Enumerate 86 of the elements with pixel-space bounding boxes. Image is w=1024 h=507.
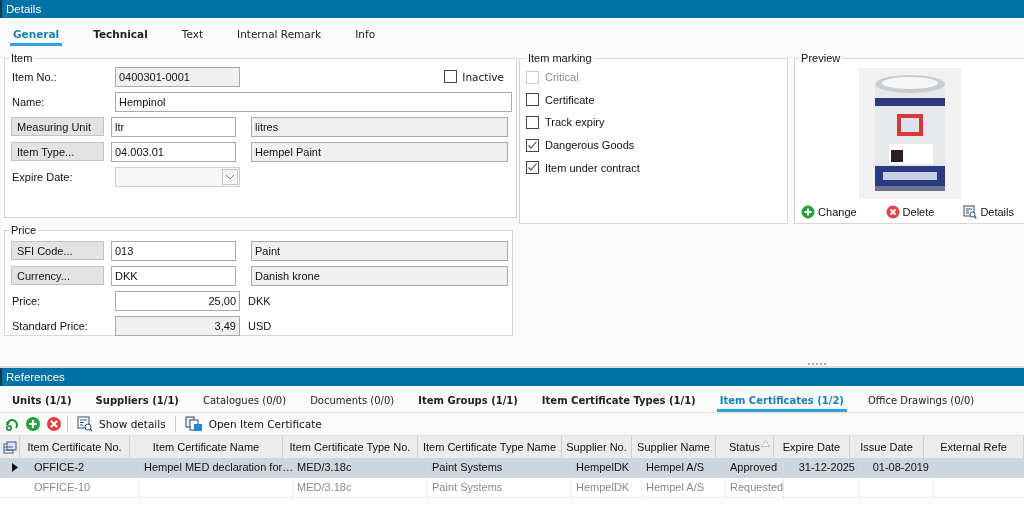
- table-row[interactable]: OFFICE-2 Hempel MED declaration for… MED/3.18c Paint Systems HempelDK Hempel A/S Approved 31-12-2025 01-08-2019: [0, 458, 1024, 478]
- group-title: Preview: [800, 52, 842, 64]
- checkbox[interactable]: [526, 116, 539, 129]
- table-cell: Paint Systems: [432, 461, 503, 473]
- panel-title-bar: References: [0, 368, 1024, 386]
- table-cell: MED/3.18c: [297, 481, 352, 493]
- group-title: Item: [10, 52, 34, 64]
- details-icon: [963, 205, 978, 219]
- field-label: Expire Date:: [11, 170, 74, 183]
- input-field[interactable]: DKK: [111, 265, 236, 286]
- lookup-button[interactable]: SFI Code...: [11, 241, 104, 260]
- tab[interactable]: Item Certificate Types (1/1): [538, 395, 699, 412]
- current-row-icon: [12, 463, 18, 472]
- description-field: Paint: [251, 240, 508, 261]
- table-cell: MED/3.18c: [297, 461, 352, 473]
- checkbox[interactable]: [526, 93, 539, 107]
- amount-field[interactable]: 3,49: [115, 315, 240, 336]
- checkbox[interactable]: [526, 138, 539, 152]
- checkbox-label: Certificate: [545, 93, 595, 106]
- table-cell: Requested: [730, 481, 783, 493]
- delete-icon: [885, 205, 900, 219]
- show-details-button[interactable]: Show details: [73, 416, 170, 432]
- delete-icon[interactable]: [46, 416, 62, 432]
- checkbox-label: Dangerous Goods: [545, 139, 635, 152]
- open-certificate-button[interactable]: Open Item Certificate: [180, 416, 326, 432]
- field-label: Standard Price:: [11, 319, 89, 332]
- checkbox-label: Track expiry: [545, 116, 605, 129]
- action-link[interactable]: Delete: [885, 205, 935, 219]
- table-cell: Hempel MED declaration for…: [144, 461, 292, 473]
- currency-label: DKK: [248, 294, 271, 307]
- tab[interactable]: Item Certificates (1/2): [716, 395, 847, 412]
- add-icon: [801, 205, 816, 219]
- lookup-button[interactable]: Item Type...: [11, 142, 104, 161]
- table-cell: Hempel A/S: [646, 461, 705, 473]
- tab[interactable]: Suppliers (1/1): [92, 395, 182, 412]
- action-link[interactable]: Details: [963, 205, 1014, 219]
- table-cell: OFFICE-10: [34, 481, 91, 493]
- refresh-icon[interactable]: [4, 416, 20, 432]
- checkbox-label: Critical: [545, 71, 579, 84]
- tab[interactable]: General: [10, 28, 63, 46]
- group-title: Item marking: [527, 52, 593, 64]
- lookup-button[interactable]: Measuring Unit: [11, 117, 104, 136]
- field-label: Item No.:: [11, 70, 58, 83]
- tab[interactable]: Item Groups (1/1): [415, 395, 521, 412]
- checkbox-label: Inactive: [462, 70, 504, 83]
- tab[interactable]: Units (1/1): [9, 395, 75, 412]
- input-field[interactable]: 04.003.01: [111, 141, 236, 162]
- table-cell: Hempel A/S: [646, 481, 705, 493]
- group-title: Price: [10, 224, 38, 236]
- checkbox[interactable]: [526, 161, 539, 175]
- splitter-grip-icon[interactable]: [807, 362, 827, 366]
- tab[interactable]: Text: [178, 28, 207, 46]
- documents-icon: [184, 416, 203, 432]
- details-icon: [77, 416, 93, 432]
- checkbox[interactable]: [444, 70, 458, 83]
- panel-title-bar: Details: [0, 0, 1024, 18]
- column-chooser-icon[interactable]: [0, 436, 20, 458]
- amount-field[interactable]: 25,00: [115, 290, 240, 311]
- tab[interactable]: Technical: [90, 28, 151, 46]
- add-icon[interactable]: [25, 416, 41, 432]
- description-field: Hempel Paint: [251, 141, 508, 162]
- input-field[interactable]: 0400301-0001: [115, 66, 240, 87]
- table-cell: 31-12-2025: [798, 461, 855, 473]
- table-cell: 01-08-2019: [872, 461, 929, 473]
- currency-label: USD: [248, 319, 272, 332]
- tab[interactable]: Info: [352, 28, 379, 46]
- description-field: litres: [251, 116, 508, 137]
- tab[interactable]: Internal Remark: [234, 28, 325, 46]
- table-cell: OFFICE-2: [34, 461, 85, 473]
- field-label: Name:: [11, 95, 46, 108]
- tab[interactable]: Office Drawings (0/0): [864, 395, 978, 412]
- sort-ascending-icon: [761, 440, 770, 447]
- field-label: Price:: [11, 294, 42, 307]
- tab[interactable]: Documents (0/0): [307, 395, 398, 412]
- table-cell: Approved: [730, 461, 778, 473]
- input-field[interactable]: Hempinol: [115, 91, 512, 112]
- action-link[interactable]: Change: [801, 205, 857, 219]
- lookup-button[interactable]: Currency...: [11, 266, 104, 285]
- input-field[interactable]: 013: [111, 240, 236, 261]
- checkbox-label: Item under contract: [545, 161, 640, 174]
- input-field[interactable]: ltr: [111, 116, 236, 137]
- description-field: Danish krone: [251, 265, 508, 286]
- table-cell: HempelDK: [576, 461, 630, 473]
- table-cell: Paint Systems: [432, 481, 503, 493]
- tab[interactable]: Catalogues (0/0): [199, 395, 290, 412]
- table-cell: HempelDK: [576, 481, 630, 493]
